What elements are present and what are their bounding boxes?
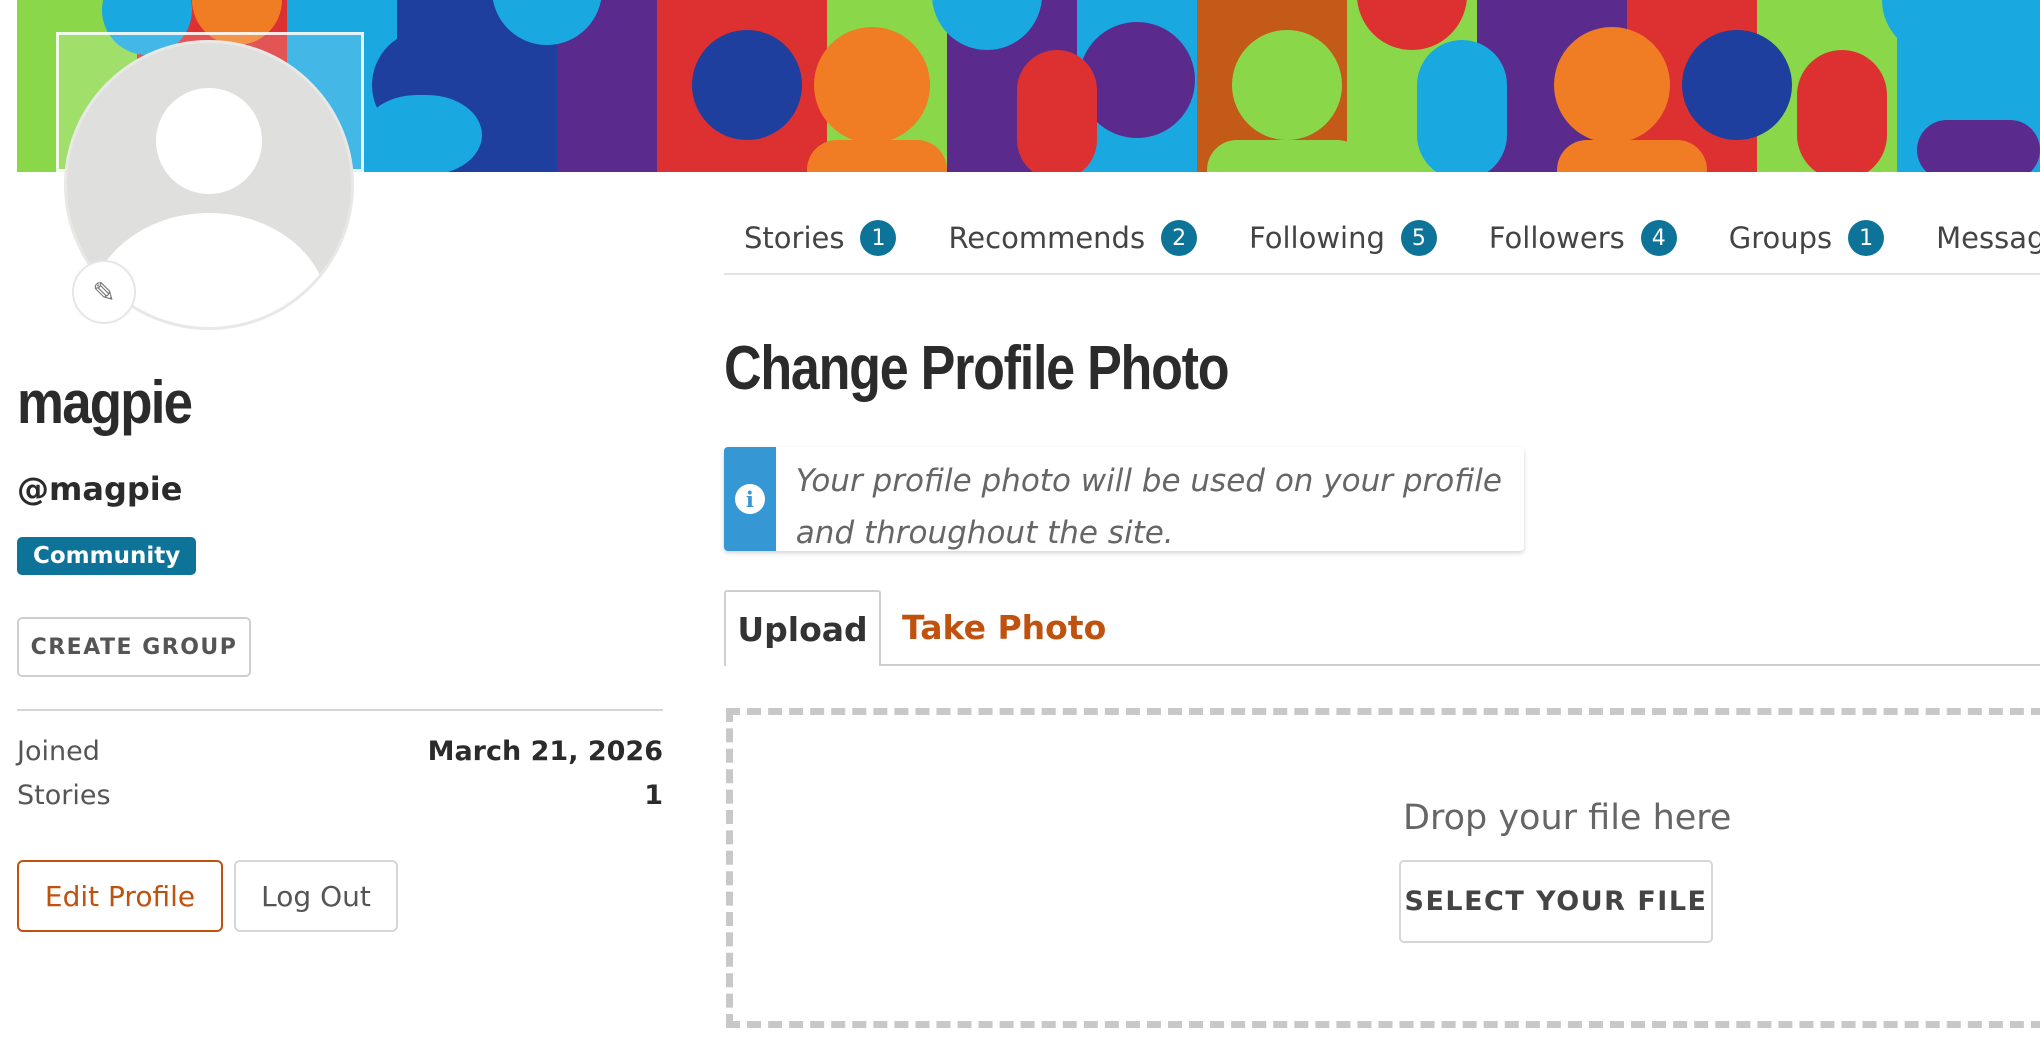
tab-messages[interactable]: Messages xyxy=(1936,221,2040,255)
tab-groups[interactable]: Groups 1 xyxy=(1728,220,1885,256)
count-badge: 5 xyxy=(1400,220,1437,256)
stat-value: 1 xyxy=(644,780,663,811)
tab-recommends[interactable]: Recommends 2 xyxy=(948,220,1198,256)
avatar-placeholder-head xyxy=(156,88,262,194)
select-file-button[interactable]: SELECT YOUR FILE xyxy=(1399,860,1713,943)
count-badge: 1 xyxy=(860,220,897,256)
stat-label: Stories xyxy=(17,780,111,811)
tab-followers[interactable]: Followers 4 xyxy=(1489,220,1677,256)
pencil-icon[interactable]: ✎ xyxy=(72,260,136,324)
tab-upload[interactable]: Upload xyxy=(724,590,881,666)
count-badge: 4 xyxy=(1640,220,1677,256)
info-alert: i Your profile photo will be used on you… xyxy=(724,447,1524,551)
tab-stories[interactable]: Stories 1 xyxy=(744,220,897,256)
info-icon-column: i xyxy=(724,447,776,551)
tab-label: Following xyxy=(1249,221,1385,255)
page-title: Change Profile Photo xyxy=(724,334,1230,403)
stat-value: March 21, 2026 xyxy=(427,736,663,767)
profile-tabs: Stories 1 Recommends 2 Following 5 Follo… xyxy=(724,203,2040,275)
stat-row-joined: Joined March 21, 2026 xyxy=(17,736,663,767)
tab-label: Stories xyxy=(744,221,845,255)
role-badge: Community xyxy=(17,537,197,575)
count-badge: 1 xyxy=(1848,220,1885,256)
count-badge: 2 xyxy=(1161,220,1198,256)
tab-label: Groups xyxy=(1728,221,1833,255)
tab-take-photo[interactable]: Take Photo xyxy=(902,590,1106,664)
stat-label: Joined xyxy=(17,736,100,767)
photo-source-tabs: Upload Take Photo xyxy=(724,590,2040,666)
tab-label: Followers xyxy=(1488,221,1625,255)
info-text: Your profile photo will be used on your … xyxy=(795,463,1502,551)
edit-profile-button[interactable]: Edit Profile xyxy=(17,860,223,932)
sidebar-divider xyxy=(17,709,663,711)
profile-username: magpie xyxy=(17,369,193,436)
tab-label: Recommends xyxy=(948,221,1146,255)
stat-row-stories: Stories 1 xyxy=(17,780,663,811)
tab-label: Messages xyxy=(1936,221,2040,255)
tab-following[interactable]: Following 5 xyxy=(1249,220,1437,256)
log-out-button[interactable]: Log Out xyxy=(234,860,398,932)
file-dropzone[interactable] xyxy=(726,708,2040,1028)
profile-handle: @magpie xyxy=(17,470,183,508)
info-icon: i xyxy=(734,484,765,514)
drop-label: Drop your file here xyxy=(1403,798,1732,838)
create-group-button[interactable]: CREATE GROUP xyxy=(17,617,251,677)
